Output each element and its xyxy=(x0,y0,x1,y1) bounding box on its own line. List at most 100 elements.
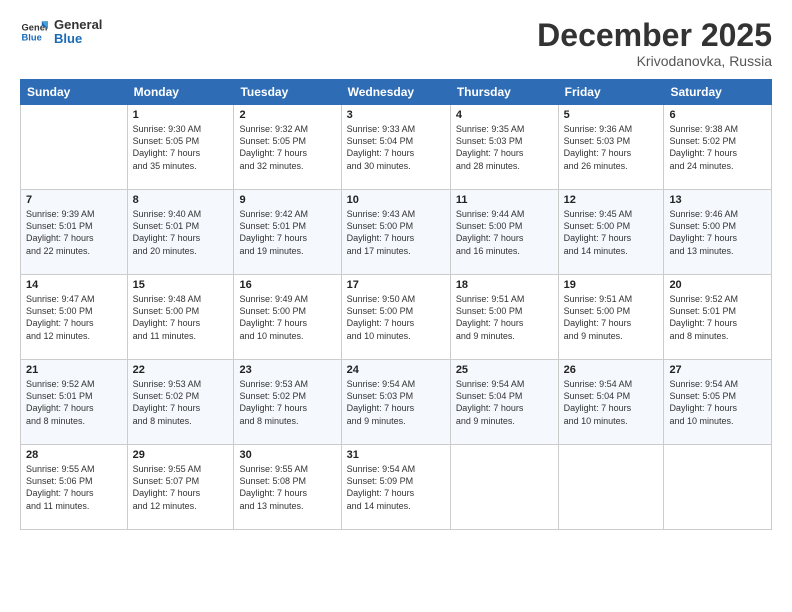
table-row xyxy=(664,445,772,530)
day-number: 14 xyxy=(26,279,122,291)
table-row: 7Sunrise: 9:39 AM Sunset: 5:01 PM Daylig… xyxy=(21,190,128,275)
day-info: Sunrise: 9:49 AM Sunset: 5:00 PM Dayligh… xyxy=(239,293,335,342)
col-tuesday: Tuesday xyxy=(234,80,341,105)
calendar-table: Sunday Monday Tuesday Wednesday Thursday… xyxy=(20,79,772,530)
day-info: Sunrise: 9:54 AM Sunset: 5:05 PM Dayligh… xyxy=(669,378,766,427)
day-info: Sunrise: 9:45 AM Sunset: 5:00 PM Dayligh… xyxy=(564,208,659,257)
day-number: 23 xyxy=(239,364,335,376)
table-row: 9 Sunrise: 9:42 AM Sunset: 5:01 PM Daylig… xyxy=(234,190,341,275)
logo: General Blue General Blue xyxy=(20,18,102,47)
day-number: 13 xyxy=(669,194,766,206)
day-info: Sunrise: 9:54 AM Sunset: 5:04 PM Dayligh… xyxy=(456,378,553,427)
table-row: 18 Sunrise: 9:51 AM Sunset: 5:00 PM Dayli… xyxy=(450,275,558,360)
table-row: 4 Sunrise: 9:35 AM Sunset: 5:03 PM Daylig… xyxy=(450,105,558,190)
table-row: 11 Sunrise: 9:44 AM Sunset: 5:00 PM Dayli… xyxy=(450,190,558,275)
day-number: 24 xyxy=(347,364,445,376)
day-number: 10 xyxy=(347,194,445,206)
day-info: Sunrise: 9:55 AM Sunset: 5:08 PM Dayligh… xyxy=(239,463,335,512)
table-row: 24 Sunrise: 9:54 AM Sunset: 5:03 PM Dayli… xyxy=(341,360,450,445)
day-info: Sunrise: 9:48 AM Sunset: 5:00 PM Dayligh… xyxy=(133,293,229,342)
day-info: Sunrise: 9:52 AM Sunset: 5:01 PM Dayligh… xyxy=(669,293,766,342)
table-row: 29Sunrise: 9:55 AM Sunset: 5:07 PM Dayli… xyxy=(127,445,234,530)
day-info: Sunrise: 9:51 AM Sunset: 5:00 PM Dayligh… xyxy=(564,293,659,342)
day-number: 16 xyxy=(239,279,335,291)
day-number: 28 xyxy=(26,449,122,461)
day-number: 15 xyxy=(133,279,229,291)
calendar-week-row: 7Sunrise: 9:39 AM Sunset: 5:01 PM Daylig… xyxy=(21,190,772,275)
table-row: 19 Sunrise: 9:51 AM Sunset: 5:00 PM Dayli… xyxy=(558,275,664,360)
day-number: 26 xyxy=(564,364,659,376)
table-row: 17 Sunrise: 9:50 AM Sunset: 5:00 PM Dayli… xyxy=(341,275,450,360)
day-info: Sunrise: 9:40 AM Sunset: 5:01 PM Dayligh… xyxy=(133,208,229,257)
table-row xyxy=(450,445,558,530)
day-number: 4 xyxy=(456,109,553,121)
day-info: Sunrise: 9:52 AM Sunset: 5:01 PM Dayligh… xyxy=(26,378,122,427)
header: General Blue General Blue December 2025 … xyxy=(20,18,772,69)
table-row: 30 Sunrise: 9:55 AM Sunset: 5:08 PM Dayli… xyxy=(234,445,341,530)
calendar-week-row: 1Sunrise: 9:30 AM Sunset: 5:05 PM Daylig… xyxy=(21,105,772,190)
day-info: Sunrise: 9:46 AM Sunset: 5:00 PM Dayligh… xyxy=(669,208,766,257)
table-row: 1Sunrise: 9:30 AM Sunset: 5:05 PM Daylig… xyxy=(127,105,234,190)
day-info: Sunrise: 9:50 AM Sunset: 5:00 PM Dayligh… xyxy=(347,293,445,342)
day-info: Sunrise: 9:36 AM Sunset: 5:03 PM Dayligh… xyxy=(564,123,659,172)
day-info: Sunrise: 9:53 AM Sunset: 5:02 PM Dayligh… xyxy=(133,378,229,427)
logo-icon: General Blue xyxy=(20,18,48,46)
day-number: 8 xyxy=(133,194,229,206)
day-info: Sunrise: 9:53 AM Sunset: 5:02 PM Dayligh… xyxy=(239,378,335,427)
table-row: 13 Sunrise: 9:46 AM Sunset: 5:00 PM Dayli… xyxy=(664,190,772,275)
month-title: December 2025 xyxy=(537,18,772,53)
day-number: 31 xyxy=(347,449,445,461)
table-row: 8 Sunrise: 9:40 AM Sunset: 5:01 PM Daylig… xyxy=(127,190,234,275)
day-number: 22 xyxy=(133,364,229,376)
table-row: 22 Sunrise: 9:53 AM Sunset: 5:02 PM Dayli… xyxy=(127,360,234,445)
table-row: 26 Sunrise: 9:54 AM Sunset: 5:04 PM Dayli… xyxy=(558,360,664,445)
page: General Blue General Blue December 2025 … xyxy=(0,0,792,612)
table-row: 15 Sunrise: 9:48 AM Sunset: 5:00 PM Dayli… xyxy=(127,275,234,360)
table-row: 12 Sunrise: 9:45 AM Sunset: 5:00 PM Dayli… xyxy=(558,190,664,275)
calendar-week-row: 14 Sunrise: 9:47 AM Sunset: 5:00 PM Dayli… xyxy=(21,275,772,360)
day-info: Sunrise: 9:54 AM Sunset: 5:03 PM Dayligh… xyxy=(347,378,445,427)
day-number: 19 xyxy=(564,279,659,291)
table-row: 31 Sunrise: 9:54 AM Sunset: 5:09 PM Dayli… xyxy=(341,445,450,530)
day-number: 27 xyxy=(669,364,766,376)
table-row: 14 Sunrise: 9:47 AM Sunset: 5:00 PM Dayli… xyxy=(21,275,128,360)
day-number: 17 xyxy=(347,279,445,291)
table-row: 16 Sunrise: 9:49 AM Sunset: 5:00 PM Dayli… xyxy=(234,275,341,360)
table-row: 6Sunrise: 9:38 AM Sunset: 5:02 PM Daylig… xyxy=(664,105,772,190)
day-number: 29 xyxy=(133,449,229,461)
table-row: 10 Sunrise: 9:43 AM Sunset: 5:00 PM Dayli… xyxy=(341,190,450,275)
col-monday: Monday xyxy=(127,80,234,105)
day-number: 12 xyxy=(564,194,659,206)
day-info: Sunrise: 9:44 AM Sunset: 5:00 PM Dayligh… xyxy=(456,208,553,257)
table-row: 2Sunrise: 9:32 AM Sunset: 5:05 PM Daylig… xyxy=(234,105,341,190)
day-number: 30 xyxy=(239,449,335,461)
day-number: 9 xyxy=(239,194,335,206)
day-number: 6 xyxy=(669,109,766,121)
table-row: 5 Sunrise: 9:36 AM Sunset: 5:03 PM Daylig… xyxy=(558,105,664,190)
day-number: 5 xyxy=(564,109,659,121)
table-row: 3Sunrise: 9:33 AM Sunset: 5:04 PM Daylig… xyxy=(341,105,450,190)
table-row xyxy=(558,445,664,530)
calendar-week-row: 21 Sunrise: 9:52 AM Sunset: 5:01 PM Dayli… xyxy=(21,360,772,445)
day-number: 20 xyxy=(669,279,766,291)
day-info: Sunrise: 9:47 AM Sunset: 5:00 PM Dayligh… xyxy=(26,293,122,342)
day-info: Sunrise: 9:51 AM Sunset: 5:00 PM Dayligh… xyxy=(456,293,553,342)
day-number: 21 xyxy=(26,364,122,376)
col-saturday: Saturday xyxy=(664,80,772,105)
col-friday: Friday xyxy=(558,80,664,105)
day-number: 11 xyxy=(456,194,553,206)
day-info: Sunrise: 9:42 AM Sunset: 5:01 PM Dayligh… xyxy=(239,208,335,257)
day-info: Sunrise: 9:54 AM Sunset: 5:09 PM Dayligh… xyxy=(347,463,445,512)
day-info: Sunrise: 9:33 AM Sunset: 5:04 PM Dayligh… xyxy=(347,123,445,172)
day-number: 18 xyxy=(456,279,553,291)
location-subtitle: Krivodanovka, Russia xyxy=(537,53,772,69)
table-row: 20 Sunrise: 9:52 AM Sunset: 5:01 PM Dayli… xyxy=(664,275,772,360)
day-number: 2 xyxy=(239,109,335,121)
table-row: 27 Sunrise: 9:54 AM Sunset: 5:05 PM Dayli… xyxy=(664,360,772,445)
table-row xyxy=(21,105,128,190)
day-info: Sunrise: 9:43 AM Sunset: 5:00 PM Dayligh… xyxy=(347,208,445,257)
day-info: Sunrise: 9:54 AM Sunset: 5:04 PM Dayligh… xyxy=(564,378,659,427)
day-info: Sunrise: 9:35 AM Sunset: 5:03 PM Dayligh… xyxy=(456,123,553,172)
calendar-week-row: 28Sunrise: 9:55 AM Sunset: 5:06 PM Dayli… xyxy=(21,445,772,530)
table-row: 28Sunrise: 9:55 AM Sunset: 5:06 PM Dayli… xyxy=(21,445,128,530)
